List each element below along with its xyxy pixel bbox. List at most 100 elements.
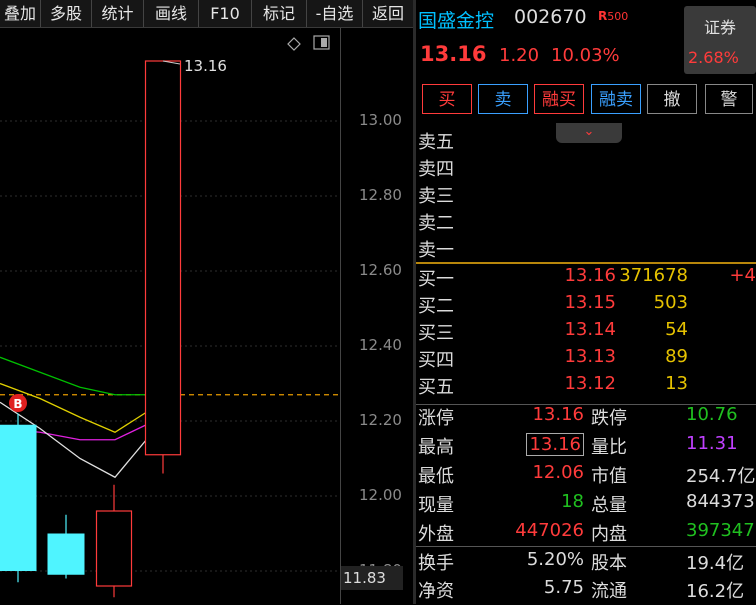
stat-row: 净资 5.75 流通 16.2亿 (416, 577, 756, 605)
stat-value: 19.4亿 (686, 553, 745, 574)
candle[interactable] (144, 60, 182, 474)
stat-value: 397347 (686, 520, 755, 541)
stat-label: 总量 (591, 495, 627, 516)
stat-value: 11.31 (686, 433, 738, 454)
stat-value: 13.16 (526, 433, 584, 456)
toolbar-statistics-button[interactable]: 统计 (92, 0, 144, 27)
stat-value: 5.20% (526, 549, 584, 570)
buy-marker-label: B (13, 397, 22, 411)
toolbar-f10-button[interactable]: F10 (199, 0, 252, 27)
y-axis-tick-label: 12.40 (359, 336, 402, 354)
trade-button[interactable]: 融买 (534, 84, 584, 114)
ask-row[interactable]: 卖三 (416, 182, 756, 209)
bid-row[interactable]: 买二 13.15 503 (416, 292, 756, 319)
y-axis-tick-label: 13.00 (359, 111, 402, 129)
stat-label: 净资 (418, 581, 454, 602)
stat-label: 市值 (591, 466, 627, 487)
stat-label: 换手 (418, 553, 454, 574)
stat-row: 外盘 447026 内盘 397347 (416, 520, 756, 548)
bid-row[interactable]: 买一 13.16 371678 +4 (416, 265, 756, 292)
toolbar-remove-watchlist-button[interactable]: -自选 (307, 0, 363, 27)
stat-row: 最低 12.06 市值 254.7亿 (416, 462, 756, 490)
stat-label: 外盘 (418, 524, 454, 545)
ask-label: 卖二 (418, 213, 454, 234)
candle-body (0, 424, 37, 571)
stat-label: 涨停 (418, 408, 454, 429)
candle-body (95, 510, 133, 587)
candle[interactable] (95, 484, 133, 598)
stat-label: 流通 (591, 581, 627, 602)
stat-value: 18 (561, 491, 584, 512)
trade-button[interactable]: 警 (705, 84, 753, 114)
stat-row: 最高 13.16 量比 11.31 (416, 433, 756, 461)
diamond-icon[interactable] (287, 37, 301, 51)
ask-row[interactable]: 卖五 (416, 128, 756, 155)
stat-value: 16.2亿 (686, 581, 745, 602)
current-price-tag: 11.83 (341, 566, 403, 590)
toolbar-back-button[interactable]: 返回 (363, 0, 413, 27)
bid-change: +4 (729, 265, 756, 286)
candle[interactable] (0, 413, 37, 583)
ask-label: 卖四 (418, 159, 454, 180)
stats-divider-2 (416, 546, 756, 547)
stat-value: 13.16 (532, 404, 584, 425)
stat-value: 12.06 (532, 462, 584, 483)
moving-average-line (0, 356, 162, 396)
stat-label: 量比 (591, 437, 627, 458)
last-price: 13.16 (420, 42, 487, 66)
stat-label: 最低 (418, 466, 454, 487)
stock-name[interactable]: 国盛金控 (418, 6, 494, 33)
sector-card[interactable]: 证券 2.68% (684, 6, 756, 74)
bid-label: 买四 (418, 350, 454, 371)
buy-marker[interactable]: B (9, 394, 27, 412)
margin-tag: R500 (598, 9, 629, 23)
bid-row[interactable]: 买五 13.12 13 (416, 373, 756, 400)
ask-row[interactable]: 卖一 (416, 236, 756, 263)
sector-name: 证券 (703, 18, 736, 37)
quote-panel: 国盛金控 002670 R500 13.16 1.20 10.03% 证券 2.… (416, 0, 756, 604)
chart-options-icons[interactable] (287, 35, 330, 51)
y-axis-tick-label: 12.20 (359, 411, 402, 429)
trade-button[interactable]: 融卖 (591, 84, 641, 114)
stat-label: 内盘 (591, 524, 627, 545)
toolbar-mark-button[interactable]: 标记 (252, 0, 307, 27)
price-change: 1.20 (499, 45, 540, 66)
stat-label: 股本 (591, 553, 627, 574)
bid-price: 13.14 (564, 319, 616, 340)
stat-label: 最高 (418, 437, 454, 458)
toolbar-multi-stock-button[interactable]: 多股 (41, 0, 92, 27)
bid-label: 买五 (418, 377, 454, 398)
toolbar-overlay-button[interactable]: 叠加 (0, 0, 41, 27)
bid-price: 13.16 (564, 265, 616, 286)
bid-row[interactable]: 买三 13.14 54 (416, 319, 756, 346)
sector-change-percent: 2.68% (688, 48, 739, 67)
bid-price: 13.13 (564, 346, 616, 367)
stat-value: 254.7亿 (686, 466, 756, 487)
bid-label: 买一 (418, 269, 454, 290)
candle[interactable] (47, 514, 85, 579)
stat-value: 447026 (515, 520, 584, 541)
bid-price: 13.12 (564, 373, 616, 394)
trade-button[interactable]: 买 (422, 84, 472, 114)
book-divider (416, 262, 756, 264)
candlestick-chart[interactable]: 13.16 B (0, 28, 340, 604)
price-change-percent: 10.03% (551, 45, 620, 66)
trade-button[interactable]: 卖 (478, 84, 528, 114)
stat-label: 跌停 (591, 408, 627, 429)
stat-value: 844373 (686, 491, 755, 512)
ask-row[interactable]: 卖二 (416, 209, 756, 236)
candle-body (47, 533, 85, 575)
bid-row[interactable]: 买四 13.13 89 (416, 346, 756, 373)
trade-button[interactable]: 撤 (647, 84, 697, 114)
stock-code: 002670 (514, 6, 587, 28)
bid-label: 买三 (418, 323, 454, 344)
panel-toggle-icon-fill (321, 38, 327, 47)
stat-value: 10.76 (686, 404, 738, 425)
stat-row: 换手 5.20% 股本 19.4亿 (416, 549, 756, 577)
y-axis-tick-label: 12.00 (359, 486, 402, 504)
toolbar-draw-line-button[interactable]: 画线 (144, 0, 199, 27)
bid-volume: 89 (665, 346, 688, 367)
ask-row[interactable]: 卖四 (416, 155, 756, 182)
stat-value: 5.75 (543, 577, 584, 598)
ask-label: 卖三 (418, 186, 454, 207)
